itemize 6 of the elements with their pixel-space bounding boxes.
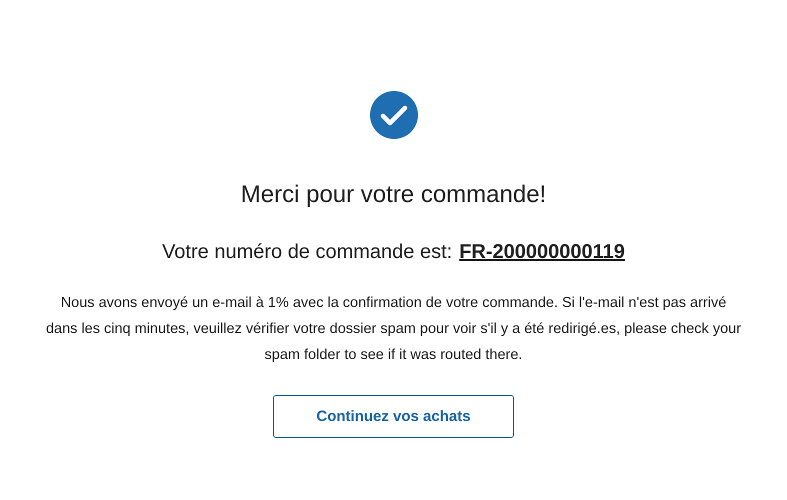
thank-you-title: Merci pour votre commande!: [240, 181, 546, 209]
order-number-label: Votre numéro de commande est:: [162, 241, 452, 264]
check-circle-icon: [370, 91, 418, 139]
order-number-link[interactable]: FR-200000000119: [459, 241, 625, 264]
confirmation-message: Nous avons envoyé un e-mail à 1% avec la confirmation de votre commande. Si l'e-mail n'est pas arrivé dans les cinq minutes, veuillez vérifier votre dossier spam pour voir s'il y a été redirigé.es, please check your spam folder to see if it was routed there.: [44, 294, 742, 365]
continue-shopping-button[interactable]: Continuez vos achats: [273, 395, 514, 438]
